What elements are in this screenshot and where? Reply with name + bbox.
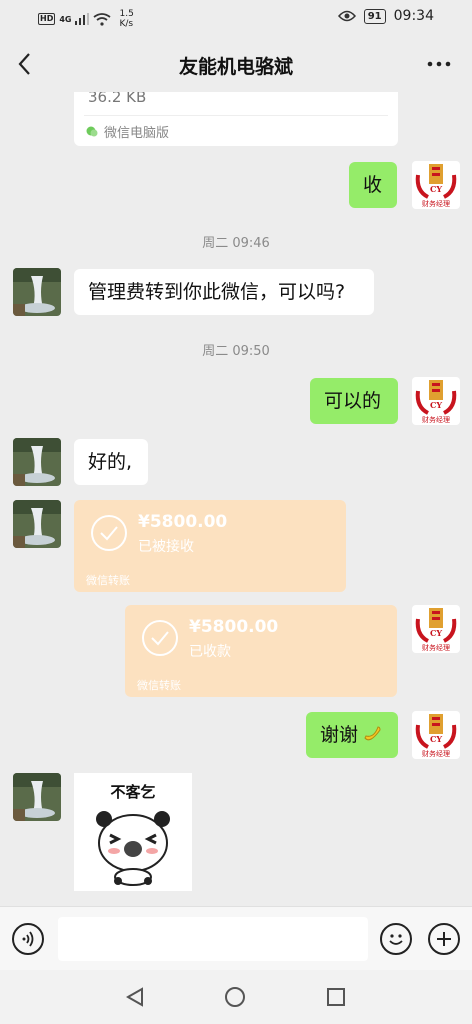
cy-logo-icon: CY 财务经理 <box>415 714 457 758</box>
voice-input-button[interactable] <box>12 923 44 955</box>
svg-text:CY: CY <box>430 628 442 638</box>
message-text: 谢谢 <box>320 724 359 746</box>
network-indicator: 4G <box>59 14 72 24</box>
transfer-card[interactable]: ¥5800.00 已被接收 微信转账 <box>74 500 346 592</box>
svg-text:CY: CY <box>430 734 442 744</box>
more-dots-icon[interactable] <box>424 50 454 78</box>
plus-icon <box>437 932 451 946</box>
my-avatar[interactable]: CY 财务经理 <box>412 161 460 209</box>
smile-icon <box>389 934 403 945</box>
waterfall-photo <box>13 773 61 821</box>
contact-avatar[interactable] <box>13 500 61 548</box>
sent-bubble[interactable]: 收 <box>349 162 397 208</box>
transfer-amount: ¥5800.00 <box>189 617 279 637</box>
recents-square-icon[interactable] <box>326 987 346 1007</box>
file-source: 微信电脑版 <box>86 122 169 141</box>
received-bubble[interactable]: 管理费转到你此微信，可以吗? <box>74 269 374 315</box>
waterfall-photo <box>13 438 61 486</box>
transfer-label: 微信转账 <box>86 574 130 587</box>
banana-emoji-icon <box>364 726 381 741</box>
svg-text:CY: CY <box>430 400 442 410</box>
divider <box>84 115 388 116</box>
transfer-status: 已被接收 <box>138 539 194 555</box>
received-bubble[interactable]: 好的, <box>74 439 148 485</box>
svg-text:财务经理: 财务经理 <box>422 415 450 424</box>
check-circle-icon <box>91 515 127 551</box>
my-avatar[interactable]: CY 财务经理 <box>412 377 460 425</box>
svg-text:财务经理: 财务经理 <box>422 643 450 652</box>
sent-bubble[interactable]: 谢谢 <box>306 712 398 758</box>
sticker-message[interactable]: 不客乞 <box>74 773 192 891</box>
check-circle-icon <box>142 620 178 656</box>
message-text: 可以的 <box>324 390 382 412</box>
contact-avatar[interactable] <box>13 438 61 486</box>
more-functions-button[interactable] <box>428 923 460 955</box>
transfer-status: 已收款 <box>189 644 231 660</box>
status-indicators: HD 4G 1.5 K/s <box>38 9 134 29</box>
voice-icon <box>22 931 34 947</box>
status-right: 91 09:34 <box>337 8 434 24</box>
file-size: 36.2 KB <box>88 92 147 106</box>
cy-logo-icon: CY 财务经理 <box>415 164 457 208</box>
timestamp: 周二 09:46 <box>202 236 270 251</box>
input-bar <box>0 906 472 971</box>
system-nav-bar <box>0 970 472 1024</box>
sticker-caption: 不客乞 <box>110 783 156 801</box>
clock: 09:34 <box>393 8 434 24</box>
wechat-logo-icon <box>86 126 98 136</box>
back-triangle-icon[interactable] <box>124 986 146 1008</box>
waterfall-photo <box>13 500 61 548</box>
contact-avatar[interactable] <box>13 268 61 316</box>
eye-icon <box>337 10 356 22</box>
cy-logo-icon: CY 财务经理 <box>415 608 457 652</box>
waterfall-photo <box>13 268 61 316</box>
chat-header: 友能机电骆斌 <box>0 36 472 92</box>
transfer-card[interactable]: ¥5800.00 已收款 微信转账 <box>125 605 397 697</box>
emoji-button[interactable] <box>380 923 412 955</box>
svg-text:财务经理: 财务经理 <box>422 199 450 208</box>
sent-bubble[interactable]: 可以的 <box>310 378 398 424</box>
message-text: 管理费转到你此微信，可以吗? <box>88 281 346 303</box>
hd-indicator: HD <box>38 13 56 25</box>
status-bar: HD 4G 1.5 K/s 91 09:34 <box>0 0 472 36</box>
chat-title: 友能机电骆斌 <box>178 56 293 78</box>
battery-level: 91 <box>363 8 386 24</box>
transfer-label: 微信转账 <box>137 679 181 692</box>
wifi-icon <box>93 12 112 26</box>
message-list[interactable]: 36.2 KB 微信电脑版 收 CY 财务经理 周二 09:46 管理费转到你此… <box>0 92 472 906</box>
panda-sticker-icon <box>96 811 170 886</box>
my-avatar[interactable]: CY 财务经理 <box>412 711 460 759</box>
message-text: 收 <box>363 174 383 196</box>
message-text: 好的, <box>88 451 133 473</box>
svg-text:财务经理: 财务经理 <box>422 749 450 758</box>
svg-text:CY: CY <box>430 184 442 194</box>
timestamp: 周二 09:50 <box>202 344 270 359</box>
file-message[interactable]: 36.2 KB 微信电脑版 <box>74 92 398 146</box>
network-speed: 1.5 K/s <box>119 9 134 29</box>
transfer-amount: ¥5800.00 <box>138 512 228 532</box>
cy-logo-icon: CY 财务经理 <box>415 380 457 424</box>
my-avatar[interactable]: CY 财务经理 <box>412 605 460 653</box>
message-input[interactable] <box>58 917 368 961</box>
contact-avatar[interactable] <box>13 773 61 821</box>
signal-icon <box>75 13 90 25</box>
home-circle-icon[interactable] <box>224 986 246 1008</box>
